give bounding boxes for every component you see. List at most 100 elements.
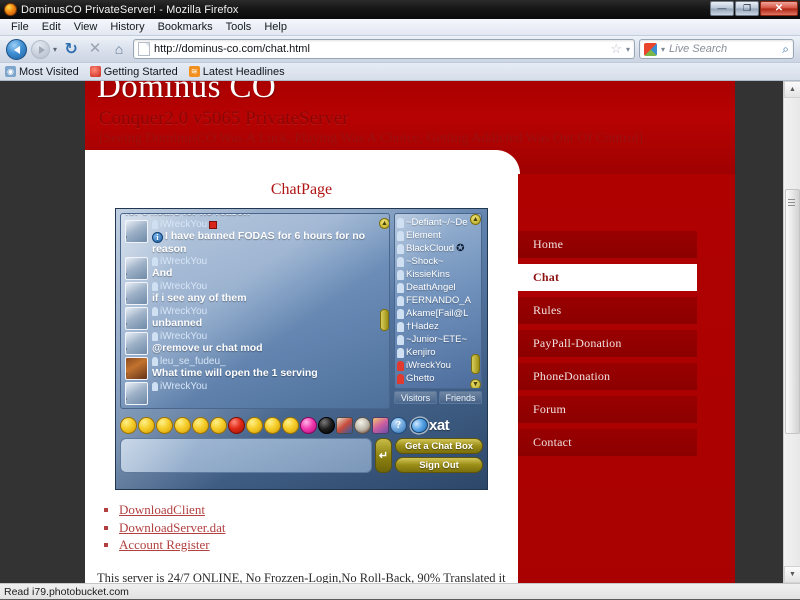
user-list-item[interactable]: Akame[Fail@L [397, 307, 479, 320]
smile-emoticon[interactable] [120, 416, 137, 434]
list-item: DownloadServer.dat [119, 520, 506, 537]
chat-scrollbar[interactable]: ▲ [379, 218, 389, 408]
userlist-scrollbar[interactable]: ▲ ▼ [470, 214, 481, 388]
menu-history[interactable]: History [104, 20, 150, 34]
scrollbar-thumb[interactable] [471, 354, 480, 374]
search-input[interactable]: Live Search [669, 43, 778, 55]
chat-message-list[interactable]: for 6 hours for no reason iWreckYou [120, 213, 390, 409]
love-emoticon[interactable] [300, 416, 317, 434]
nav-item-phonedonation[interactable]: PhoneDonation [518, 363, 697, 390]
kiss-emoticon[interactable] [192, 416, 209, 434]
user-list-item[interactable]: ~Defiant~/~De [397, 216, 479, 229]
menu-file[interactable]: File [5, 20, 35, 34]
xat-brand-text: xat [429, 416, 450, 434]
user-list-item[interactable]: KissieKins [397, 268, 479, 281]
user-list-item[interactable]: ~Shock~ [397, 255, 479, 268]
stop-icon[interactable]: ✕ [85, 39, 105, 59]
menu-help[interactable]: Help [258, 20, 293, 34]
message-nick[interactable]: iWreckYou [160, 331, 207, 342]
eightball-emoticon[interactable] [318, 416, 335, 434]
tab-visitors[interactable]: Visitors [394, 391, 437, 404]
scroll-up-icon[interactable]: ▲ [379, 218, 389, 229]
tongue-emoticon[interactable] [174, 416, 191, 434]
shy-emoticon[interactable] [246, 416, 263, 434]
grin-emoticon[interactable] [138, 416, 155, 434]
help-emoticon[interactable]: ? [390, 416, 407, 434]
search-box[interactable]: ▾ Live Search ⌕ [639, 39, 794, 59]
search-icon[interactable]: ⌕ [782, 42, 789, 57]
sign-out-button[interactable]: Sign Out [395, 457, 483, 473]
tab-friends[interactable]: Friends [439, 391, 482, 404]
window-title: DominusCO PrivateServer! - Mozilla Firef… [21, 3, 239, 16]
angry-emoticon[interactable] [228, 416, 245, 434]
message-nick[interactable]: iWreckYou [160, 381, 207, 392]
message-nick[interactable]: iWreckYou [160, 306, 207, 317]
user-list-item[interactable]: DeathAngel [397, 281, 479, 294]
scroll-up-icon[interactable]: ▲ [784, 81, 800, 98]
bookmark-star-icon[interactable]: ☆ [610, 41, 622, 57]
reload-icon[interactable]: ↻ [61, 39, 81, 59]
party-emoticon[interactable] [372, 416, 389, 434]
scroll-down-icon[interactable]: ▼ [470, 379, 481, 388]
menu-bookmarks[interactable]: Bookmarks [152, 20, 219, 34]
nosmoking-emoticon[interactable] [354, 416, 371, 434]
menu-tools[interactable]: Tools [220, 20, 258, 34]
wink-emoticon[interactable] [156, 416, 173, 434]
nav-item-home[interactable]: Home [518, 231, 697, 258]
bookmark-most-visited[interactable]: ◉ Most Visited [5, 66, 79, 78]
back-arrow-icon[interactable] [6, 38, 27, 60]
blush-emoticon[interactable] [264, 416, 281, 434]
history-dropdown-icon[interactable]: ▾ [53, 45, 57, 54]
forward-arrow-icon[interactable] [31, 39, 50, 59]
user-list-item[interactable]: iWreckYou [397, 359, 479, 372]
message-nick[interactable]: iWreckYou [160, 256, 207, 267]
message-nick[interactable]: leu_se_fudeu_ [160, 356, 226, 367]
search-engine-icon[interactable] [644, 42, 657, 56]
user-name: ~Junior~ETE~ [406, 334, 467, 345]
get-a-chat-box-button[interactable]: Get a Chat Box [395, 438, 483, 454]
chevron-down-icon[interactable]: ▾ [626, 45, 630, 54]
page-scrollbar[interactable]: ▲ ▼ [783, 81, 800, 583]
user-list-item[interactable]: BlackCloud ✪ [397, 242, 479, 255]
cool-emoticon[interactable] [210, 416, 227, 434]
maximize-button[interactable]: ❐ [735, 1, 759, 16]
scroll-up-icon[interactable]: ▲ [470, 214, 481, 225]
address-bar[interactable]: http://dominus-co.com/chat.html ☆ ▾ [133, 39, 635, 59]
sad-emoticon[interactable] [282, 416, 299, 434]
nav-item-contact[interactable]: Contact [518, 429, 697, 456]
message-nick[interactable]: iWreckYou [160, 281, 207, 292]
user-list-item[interactable]: Kenjiro [397, 346, 479, 359]
url-text: http://dominus-co.com/chat.html [154, 43, 310, 55]
user-list-item[interactable]: FERNANDO_A [397, 294, 479, 307]
link-download-client[interactable]: DownloadClient [119, 502, 205, 517]
minimize-button[interactable]: — [710, 1, 734, 16]
user-icon [152, 282, 158, 291]
user-list-item[interactable]: Element [397, 229, 479, 242]
nav-item-forum[interactable]: Forum [518, 396, 697, 423]
bookmark-getting-started[interactable]: Getting Started [89, 66, 178, 78]
link-account-register[interactable]: Account Register [119, 537, 210, 552]
home-icon[interactable]: ⌂ [109, 39, 129, 59]
menu-view[interactable]: View [68, 20, 104, 34]
nav-item-chat[interactable]: Chat [518, 264, 697, 291]
link-download-server-dat[interactable]: DownloadServer.dat [119, 520, 226, 535]
avatar [125, 307, 148, 330]
chevron-down-icon[interactable]: ▾ [661, 45, 665, 54]
nav-item-rules[interactable]: Rules [518, 297, 697, 324]
scroll-down-icon[interactable]: ▼ [784, 566, 800, 583]
user-list[interactable]: ~Defiant~/~De Element BlackCloud ✪ ~Shoc… [394, 213, 482, 389]
flag-emoticon[interactable] [336, 416, 353, 434]
menu-edit[interactable]: Edit [36, 20, 67, 34]
user-list-item[interactable]: ~Junior~ETE~ [397, 333, 479, 346]
bookmark-latest-headlines[interactable]: ≋ Latest Headlines [188, 66, 285, 78]
close-button[interactable]: ✕ [760, 1, 798, 16]
chat-input[interactable] [120, 438, 372, 473]
scrollbar-thumb[interactable] [785, 189, 800, 434]
scrollbar-thumb[interactable] [380, 309, 389, 331]
user-list-item[interactable]: Ghetto [397, 372, 479, 385]
user-name: KissieKins [406, 269, 450, 280]
user-list-item[interactable]: †Hadez [397, 320, 479, 333]
message-nick[interactable]: iWreckYou [160, 219, 207, 230]
nav-item-paypall-donation[interactable]: PayPall-Donation [518, 330, 697, 357]
enter-button[interactable]: ↵ [375, 438, 392, 473]
